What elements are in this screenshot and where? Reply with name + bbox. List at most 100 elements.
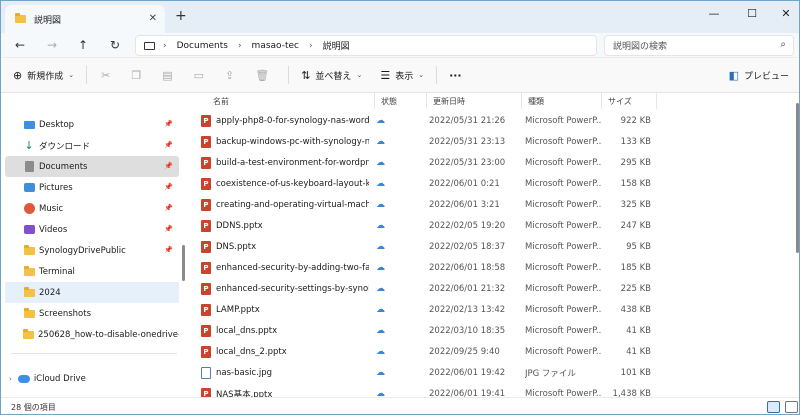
table-row[interactable]: Plocal_dns.pptx ☁ 2022/03/10 18:35 Microsof… <box>201 320 761 341</box>
folder-icon <box>23 265 35 278</box>
new-button[interactable]: ⊕ 新規作成 ⌄ <box>7 64 80 86</box>
share-button[interactable]: ⇪ <box>217 64 247 86</box>
file-type: Microsoft PowerP... <box>525 115 601 126</box>
sidebar-item-music[interactable]: Music 📌 <box>5 198 179 219</box>
file-name-cell[interactable]: Pcoexistence-of-us-keyboard-layout-keyb.… <box>201 173 369 194</box>
breadcrumb-current[interactable]: 説明図 <box>323 39 350 52</box>
sidebar-item-downloads[interactable]: ↓ ダウンロード 📌 <box>5 135 179 156</box>
search-icon[interactable]: ⌕ <box>780 39 786 50</box>
table-row[interactable]: P LAMP.pptx ☁ 2022/02/13 13:42 Microsoft Pow… <box>201 299 761 320</box>
column-header-name[interactable]: 名前 <box>207 93 375 109</box>
more-options-button[interactable]: ··· <box>443 64 468 86</box>
table-row[interactable]: P DDNS.pptx ☁ 2022/02/05 19:20 Microsoft Pow… <box>201 215 761 236</box>
table-row[interactable]: Pbackup-windows-pc-with-synology-nas... ☁… <box>201 131 761 152</box>
file-name-cell[interactable]: Penhanced-security-settings-by-synology.… <box>201 278 369 299</box>
table-row[interactable]: Penhanced-security-by-adding-two-facto..… <box>201 257 761 278</box>
view-button[interactable]: ☰ 表示 ⌄ <box>374 64 430 86</box>
file-date: 2022/05/31 23:00 <box>429 157 506 168</box>
copy-button[interactable]: ❐ <box>123 64 154 86</box>
file-name-cell[interactable]: Pbackup-windows-pc-with-synology-nas... <box>201 131 369 152</box>
column-header-status[interactable]: 状態 <box>375 93 427 109</box>
forward-button[interactable]: → <box>43 37 61 53</box>
sidebar-item-videos[interactable]: Videos 📌 <box>5 219 179 240</box>
close-window-button[interactable]: ✕ <box>776 7 796 20</box>
refresh-button[interactable]: ↻ <box>106 37 124 53</box>
delete-button[interactable]: 🗑 <box>247 64 282 86</box>
file-name-cell[interactable]: P DDNS.pptx <box>201 215 369 236</box>
tab-title: 説明図 <box>34 15 62 26</box>
file-type: Microsoft PowerP... <box>525 178 601 189</box>
maximize-button[interactable]: ☐ <box>742 7 762 20</box>
file-name-cell[interactable]: nas-basic.jpg <box>201 362 369 383</box>
file-name-cell[interactable]: P DNS.pptx <box>201 236 369 257</box>
new-tab-button[interactable]: + <box>175 9 187 23</box>
table-row[interactable]: nas-basic.jpg ☁ 2022/06/01 19:42 JPG ファイル 10… <box>201 362 761 383</box>
sidebar-item-desktop[interactable]: Desktop 📌 <box>5 114 179 135</box>
file-name-cell[interactable]: Papply-php8-0-for-synology-nas-wordpre..… <box>201 110 369 131</box>
cloud-status-icon: ☁ <box>376 136 385 147</box>
file-name: local_dns.pptx <box>216 325 278 336</box>
table-row[interactable]: Penhanced-security-settings-by-synology.… <box>201 278 761 299</box>
file-name-cell[interactable]: Pbuild-a-test-environment-for-wordpress.… <box>201 152 369 173</box>
file-date: 2022/06/01 0:21 <box>429 178 500 189</box>
sidebar-scrollbar[interactable] <box>182 245 185 281</box>
minimize-button[interactable]: — <box>704 7 724 20</box>
search-box[interactable]: 説明図の検索 ⌕ <box>604 35 794 56</box>
file-name-cell[interactable]: P LAMP.pptx <box>201 299 369 320</box>
address-bar[interactable]: › Documents › masao-tec › 説明図 <box>135 35 597 56</box>
file-size: 438 KB <box>620 304 651 315</box>
table-row[interactable]: Pcoexistence-of-us-keyboard-layout-keyb.… <box>201 173 761 194</box>
rename-button[interactable]: ▭ <box>186 64 217 86</box>
table-row[interactable]: Papply-php8-0-for-synology-nas-wordpre..… <box>201 110 761 131</box>
sidebar-item-documents[interactable]: Documents 📌 <box>5 156 179 177</box>
file-name-cell[interactable]: P NAS基本.pptx <box>201 383 369 397</box>
back-button[interactable]: ← <box>11 37 29 53</box>
file-name-cell[interactable]: Plocal_dns_2.pptx <box>201 341 369 362</box>
file-type: Microsoft PowerP... <box>525 304 601 315</box>
table-row[interactable]: P NAS基本.pptx ☁ 2022/06/01 19:41 Microsoft Po… <box>201 383 761 397</box>
column-header-type[interactable]: 種類 <box>522 93 602 109</box>
table-row[interactable]: P DNS.pptx ☁ 2022/02/05 18:37 Microsoft Powe… <box>201 236 761 257</box>
sidebar-item-terminal[interactable]: Terminal <box>5 261 179 282</box>
sidebar-item-synologydrivepublic[interactable]: SynologyDrivePublic 📌 <box>5 240 179 261</box>
tiles-view-button[interactable] <box>785 401 798 413</box>
column-header-date[interactable]: 更新日時 <box>427 93 522 109</box>
new-button-label: 新規作成 <box>27 71 64 82</box>
sidebar-item-pictures[interactable]: Pictures 📌 <box>5 177 179 198</box>
sidebar-item-2024[interactable]: 2024 <box>5 282 179 303</box>
chevron-right-icon[interactable]: › <box>9 375 12 383</box>
file-type: Microsoft PowerP... <box>525 325 601 336</box>
file-name-cell[interactable]: Plocal_dns.pptx <box>201 320 369 341</box>
file-list-scrollbar[interactable] <box>796 103 799 253</box>
file-date: 2022/02/05 18:37 <box>429 241 506 252</box>
table-row[interactable]: Pbuild-a-test-environment-for-wordpress.… <box>201 152 761 173</box>
paste-button[interactable]: ▤ <box>154 64 185 86</box>
file-date: 2022/06/01 18:58 <box>429 262 506 273</box>
powerpoint-file-icon: P <box>201 177 211 190</box>
column-header-size[interactable]: サイズ <box>602 93 657 109</box>
tab-current-folder[interactable]: 説明図 ✕ <box>5 5 165 33</box>
tab-close-icon[interactable]: ✕ <box>149 13 157 24</box>
status-bar: 28 個の項目 <box>1 397 799 414</box>
details-view-button[interactable] <box>767 401 780 413</box>
table-row[interactable]: Pcreating-and-operating-virtual-machines… <box>201 194 761 215</box>
sidebar-item-label: ダウンロード <box>39 141 91 152</box>
sort-button[interactable]: ⇅ 並べ替え ⌄ <box>295 64 368 86</box>
file-name-cell[interactable]: Pcreating-and-operating-virtual-machines… <box>201 194 369 215</box>
file-date: 2022/06/01 3:21 <box>429 199 500 210</box>
breadcrumb-documents[interactable]: Documents <box>177 41 228 51</box>
table-row[interactable]: Plocal_dns_2.pptx ☁ 2022/09/25 9:40 Microso… <box>201 341 761 362</box>
file-name: enhanced-security-by-adding-two-facto... <box>216 262 369 273</box>
search-input[interactable]: 説明図の検索 <box>613 39 667 52</box>
preview-pane-button[interactable]: ◧ プレビュー <box>723 64 795 86</box>
up-button[interactable]: ↑ <box>74 37 92 53</box>
cut-button[interactable]: ✂ <box>93 64 123 86</box>
sidebar-item-screenshots[interactable]: Screenshots <box>5 303 179 324</box>
file-size: 295 KB <box>620 157 651 168</box>
sidebar-item-onedrive-article[interactable]: 250628_how-to-disable-onedrive-on-wi <box>5 324 179 345</box>
divider <box>288 66 290 84</box>
breadcrumb-masao-tec[interactable]: masao-tec <box>252 41 299 51</box>
cloud-status-icon: ☁ <box>376 325 385 336</box>
sidebar-item-icloud-drive[interactable]: › iCloud Drive <box>5 368 179 389</box>
file-name-cell[interactable]: Penhanced-security-by-adding-two-facto..… <box>201 257 369 278</box>
